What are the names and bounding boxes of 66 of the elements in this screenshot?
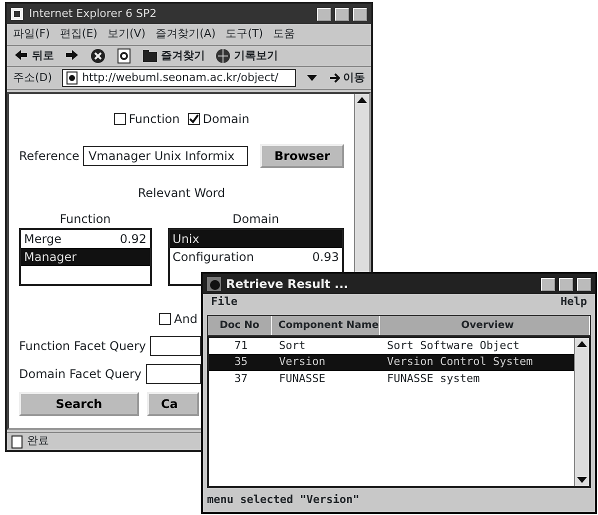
folder-icon bbox=[142, 48, 158, 64]
status-text: menu selected "Version" bbox=[206, 492, 360, 508]
page-icon bbox=[66, 71, 78, 85]
list-item[interactable]: Unix bbox=[170, 230, 342, 248]
app-icon bbox=[207, 277, 221, 291]
browser-icon bbox=[11, 8, 23, 20]
refresh-icon bbox=[116, 48, 132, 64]
table-cell-text: FUNASSE system bbox=[386, 370, 481, 386]
list-item[interactable]: Configuration 0.93 bbox=[170, 248, 342, 266]
window-title: Internet Explorer 6 SP2 bbox=[29, 6, 157, 22]
toolbar-button[interactable]: 기록보기 bbox=[215, 48, 278, 64]
checkmark-icon bbox=[188, 114, 199, 124]
go-button[interactable]: 이동 bbox=[328, 70, 365, 86]
browse-button[interactable]: Browser bbox=[260, 144, 344, 168]
toolbar-button[interactable]: 뒤로 bbox=[13, 48, 54, 64]
close-button[interactable] bbox=[577, 278, 591, 290]
page-icon bbox=[11, 434, 23, 448]
table-cell-text: Sort bbox=[278, 338, 306, 354]
query-label: Domain Facet Query bbox=[19, 366, 142, 383]
list-item[interactable]: Manager bbox=[21, 248, 150, 266]
minimize-button[interactable] bbox=[317, 8, 331, 20]
table-cell-text: 35 bbox=[233, 354, 249, 370]
table-cell-text: FUNASSE bbox=[278, 370, 326, 386]
address-field[interactable]: http://webuml.seonam.ac.kr/object/ bbox=[62, 69, 296, 87]
menu-item[interactable]: 파일(F) bbox=[13, 26, 50, 42]
menu-item[interactable]: 도구(T) bbox=[226, 26, 263, 42]
menu-item[interactable]: 보기(V) bbox=[107, 26, 146, 42]
reference-label: Reference bbox=[19, 148, 80, 165]
checkbox[interactable]: And bbox=[159, 310, 198, 328]
query-field[interactable] bbox=[150, 336, 201, 356]
status-text: 완료 bbox=[27, 433, 49, 450]
table-cell-text: 37 bbox=[233, 370, 249, 386]
reference-field[interactable]: Vmanager Unix Informix bbox=[83, 146, 248, 166]
menu-item[interactable]: 도움 bbox=[273, 26, 295, 42]
form-button[interactable]: Search bbox=[19, 392, 139, 416]
menu-item[interactable]: Help bbox=[560, 294, 587, 310]
column-header[interactable]: Component Name bbox=[272, 316, 380, 334]
address-label: 주소(D) bbox=[13, 70, 52, 86]
scrollbar[interactable] bbox=[574, 338, 589, 486]
toolbar-button[interactable]: 즐겨찾기 bbox=[142, 48, 205, 64]
list-heading: Function bbox=[58, 211, 112, 228]
list-heading: Domain bbox=[231, 211, 280, 228]
close-button[interactable] bbox=[353, 8, 367, 20]
section-title: Relevant Word bbox=[136, 185, 226, 202]
menu-item[interactable]: 편집(E) bbox=[60, 26, 98, 42]
maximize-button[interactable] bbox=[335, 8, 349, 20]
minimize-button[interactable] bbox=[541, 278, 555, 290]
menu-item[interactable]: File bbox=[211, 294, 238, 310]
table-cell-text: Sort Software Object bbox=[386, 338, 520, 354]
list-item[interactable]: Merge 0.92 bbox=[21, 230, 150, 248]
table-cell-text: Version bbox=[278, 354, 326, 370]
form-button[interactable]: Ca bbox=[147, 392, 199, 416]
globe-icon bbox=[215, 48, 231, 64]
menu-item[interactable]: 즐겨찾기(A) bbox=[156, 26, 216, 42]
table-cell-text: Version Control System bbox=[386, 354, 534, 370]
checkbox[interactable]: Function bbox=[114, 110, 180, 128]
column-header[interactable]: Doc No bbox=[208, 316, 272, 334]
query-label: Function Facet Query bbox=[19, 338, 146, 355]
checkbox[interactable]: Domain bbox=[188, 110, 250, 128]
stop-icon bbox=[90, 48, 106, 64]
go-arrow-icon bbox=[328, 71, 340, 85]
maximize-button[interactable] bbox=[559, 278, 573, 290]
table-cell-text: 71 bbox=[233, 338, 249, 354]
query-field[interactable] bbox=[146, 364, 201, 384]
column-header[interactable]: Overview bbox=[380, 316, 590, 334]
window-title: Retrieve Result ... bbox=[226, 276, 348, 293]
